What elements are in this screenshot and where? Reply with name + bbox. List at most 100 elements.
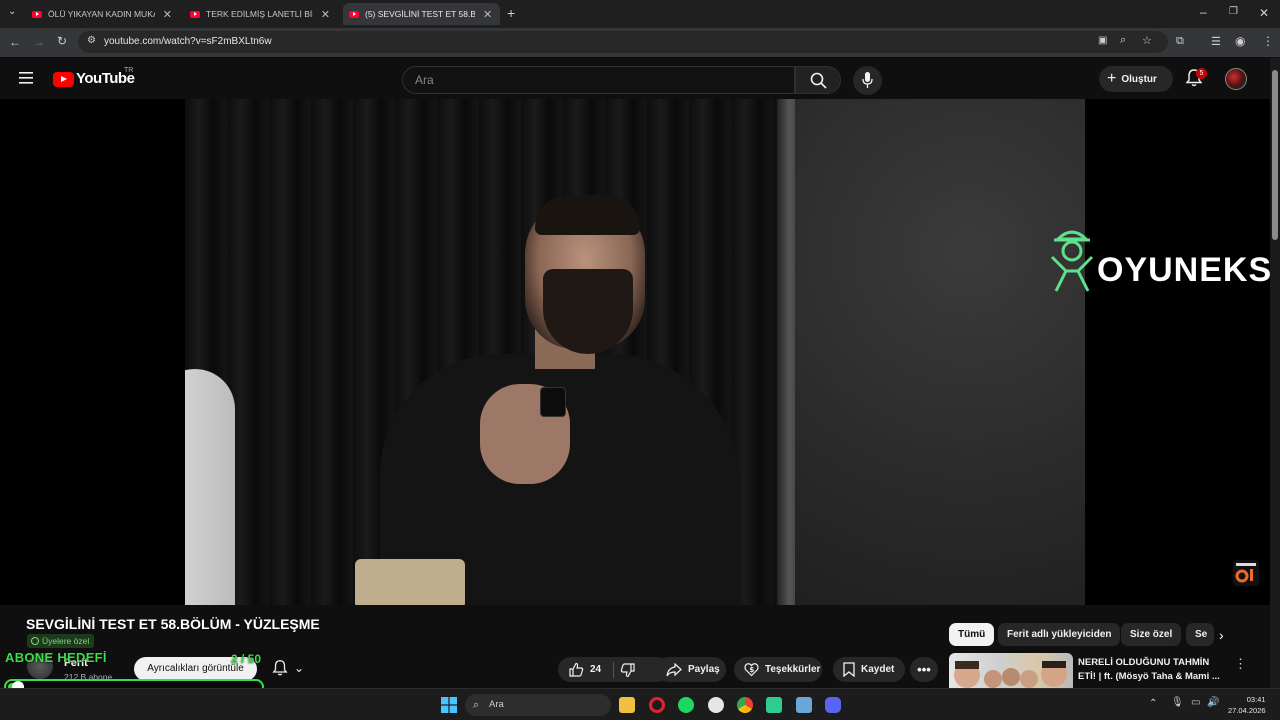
thumbs-up-icon[interactable] xyxy=(568,662,584,678)
discord-icon[interactable] xyxy=(825,697,841,713)
opera-icon[interactable] xyxy=(649,697,665,713)
tab-list-icon[interactable]: ⌄ xyxy=(8,6,16,17)
address-bar: ← → ↻ ⚙ youtube.com/watch?v=sF2mBXLtn6w … xyxy=(0,28,1280,57)
chevron-down-icon[interactable]: ⌄ xyxy=(294,661,304,675)
youtube-logo-icon[interactable] xyxy=(53,72,74,87)
video-frame[interactable] xyxy=(185,99,1085,605)
taskbar-search-label: Ara xyxy=(489,699,504,710)
back-icon[interactable]: ← xyxy=(9,35,21,49)
subscribe-watermark-icon[interactable] xyxy=(1233,560,1259,586)
windows-start-icon[interactable] xyxy=(441,697,457,713)
like-divider xyxy=(613,661,615,678)
chip-for-you[interactable]: Size özel xyxy=(1121,623,1182,646)
thumbs-down-icon[interactable] xyxy=(620,662,636,678)
site-info-icon[interactable]: ⚙ xyxy=(87,35,96,46)
app-icon[interactable] xyxy=(766,697,782,713)
more-horizontal-icon: ••• xyxy=(917,662,931,677)
lapel-microphone xyxy=(540,387,566,417)
voice-search-button[interactable] xyxy=(853,66,882,95)
bookmark-star-icon[interactable]: ☆ xyxy=(1142,34,1152,47)
watermark-text: OYUNEKS xyxy=(1097,251,1270,289)
zoom-icon[interactable]: ⌕ xyxy=(1120,34,1126,47)
chip-all[interactable]: Tümü xyxy=(949,623,995,646)
spotify-icon[interactable] xyxy=(678,697,694,713)
thanks-button[interactable]: $ Teşekkürler xyxy=(734,657,822,682)
search-box[interactable] xyxy=(402,66,795,94)
forward-icon[interactable]: → xyxy=(33,35,45,49)
account-avatar[interactable] xyxy=(1225,68,1247,90)
hamburger-menu-icon[interactable] xyxy=(19,72,33,84)
oyuneks-logo-icon xyxy=(1050,230,1094,292)
scrollbar-thumb[interactable] xyxy=(1272,70,1278,240)
thanks-label: Teşekkürler xyxy=(765,664,821,675)
reading-list-icon[interactable]: ☰ xyxy=(1211,35,1221,48)
share-label: Paylaş xyxy=(688,664,720,675)
minimize-icon[interactable]: – xyxy=(1200,5,1207,19)
subscription-bell-icon[interactable] xyxy=(271,659,289,677)
tray-microphone-icon[interactable]: 🎙 xyxy=(1171,697,1184,708)
extensions-icon[interactable]: ⧉ xyxy=(1176,35,1184,48)
steam-icon[interactable] xyxy=(708,697,724,713)
super-thanks-icon: $ xyxy=(744,663,759,677)
tab-label: (5) SEVGİLİNİ TEST ET 58.BÖLÜM xyxy=(365,9,475,19)
windows-taskbar: ⌕ Ara ⌃ 🎙 ▭ 🔊 03:41 27.04.2026 xyxy=(0,688,1280,720)
create-label: Oluştur xyxy=(1121,73,1157,85)
browser-tab[interactable]: TERK EDİLMİŞ LANETLİ BİNAYA ✕ xyxy=(184,3,336,25)
bookmark-icon xyxy=(843,662,855,677)
close-tab-icon[interactable]: ✕ xyxy=(483,8,492,21)
chip-partial[interactable]: Se xyxy=(1186,623,1214,646)
profile-icon[interactable]: ◉ xyxy=(1235,34,1245,48)
system-clock[interactable]: 03:41 27.04.2026 xyxy=(1228,694,1266,716)
share-button[interactable]: Paylaş xyxy=(656,657,726,682)
browser-tab-bar: ⌄ ÖLÜ YIKAYAN KADIN MUKADDES ✕ TERK EDİL… xyxy=(0,0,1280,28)
person-hair xyxy=(535,195,640,235)
recommendation-title[interactable]: NERELİ OLDUĞUNU TAHMİN ETİ! | ft. (Mösyö… xyxy=(1078,656,1228,684)
install-app-icon[interactable]: ▣ xyxy=(1098,35,1107,46)
save-button[interactable]: Kaydet xyxy=(833,657,905,682)
new-tab-icon[interactable]: + xyxy=(507,5,515,21)
close-window-icon[interactable]: ✕ xyxy=(1259,6,1269,20)
more-actions-button[interactable]: ••• xyxy=(910,657,938,682)
close-tab-icon[interactable]: ✕ xyxy=(163,8,172,21)
restore-icon[interactable]: ❐ xyxy=(1229,6,1238,17)
taskbar-search[interactable]: ⌕ Ara xyxy=(465,694,611,716)
youtube-favicon-icon xyxy=(349,10,359,18)
volume-icon[interactable]: 🔊 xyxy=(1207,697,1219,708)
share-icon xyxy=(666,662,682,676)
browser-tab[interactable]: ÖLÜ YIKAYAN KADIN MUKADDES ✕ xyxy=(26,3,178,25)
search-input[interactable] xyxy=(403,67,794,93)
search-icon: ⌕ xyxy=(473,699,480,711)
clock-time: 03:41 xyxy=(1246,695,1266,704)
url-field[interactable]: ⚙ youtube.com/watch?v=sF2mBXLtn6w ▣ ⌕ ☆ xyxy=(78,31,1168,53)
settings-app-icon[interactable] xyxy=(796,697,812,713)
create-button[interactable]: + Oluştur xyxy=(1099,66,1173,92)
video-player[interactable]: OYUNEKS xyxy=(0,99,1270,605)
notification-badge: 5 xyxy=(1196,68,1207,79)
chrome-icon[interactable] xyxy=(737,697,753,713)
tray-chevron-icon[interactable]: ⌃ xyxy=(1149,698,1157,709)
second-person-shoulder xyxy=(185,369,235,605)
recommendation-thumbnail[interactable] xyxy=(949,653,1073,693)
chip-from-uploader[interactable]: Ferit adlı yükleyiciden xyxy=(998,623,1121,646)
subscribe-goal-label: ABONE HEDEFİ xyxy=(5,650,107,665)
youtube-header: YouTube TR + Oluştur 5 xyxy=(0,58,1270,98)
video-title: SEVGİLİNİ TEST ET 58.BÖLÜM - YÜZLEŞME xyxy=(26,616,320,632)
close-tab-icon[interactable]: ✕ xyxy=(321,8,330,21)
url-text: youtube.com/watch?v=sF2mBXLtn6w xyxy=(104,36,272,47)
chevron-right-icon[interactable]: › xyxy=(1219,627,1224,643)
youtube-favicon-icon xyxy=(190,10,200,18)
file-explorer-icon[interactable] xyxy=(619,697,635,713)
reload-icon[interactable]: ↻ xyxy=(57,34,67,48)
browser-tab-active[interactable]: (5) SEVGİLİNİ TEST ET 58.BÖLÜM ✕ xyxy=(343,3,500,25)
more-vertical-icon[interactable]: ⋮ xyxy=(1234,656,1247,672)
search-icon xyxy=(810,72,827,89)
save-label: Kaydet xyxy=(861,664,895,675)
search-button[interactable] xyxy=(795,66,841,94)
browser-menu-icon[interactable]: ⋮ xyxy=(1262,34,1274,48)
like-count[interactable]: 24 xyxy=(590,664,601,675)
network-icon[interactable]: ▭ xyxy=(1191,697,1200,708)
tab-label: TERK EDİLMİŞ LANETLİ BİNAYA xyxy=(206,9,313,19)
subscribe-goal-count: 2 / 50 xyxy=(231,652,262,666)
chair xyxy=(355,559,465,605)
thumbnail-faces xyxy=(954,661,1067,688)
